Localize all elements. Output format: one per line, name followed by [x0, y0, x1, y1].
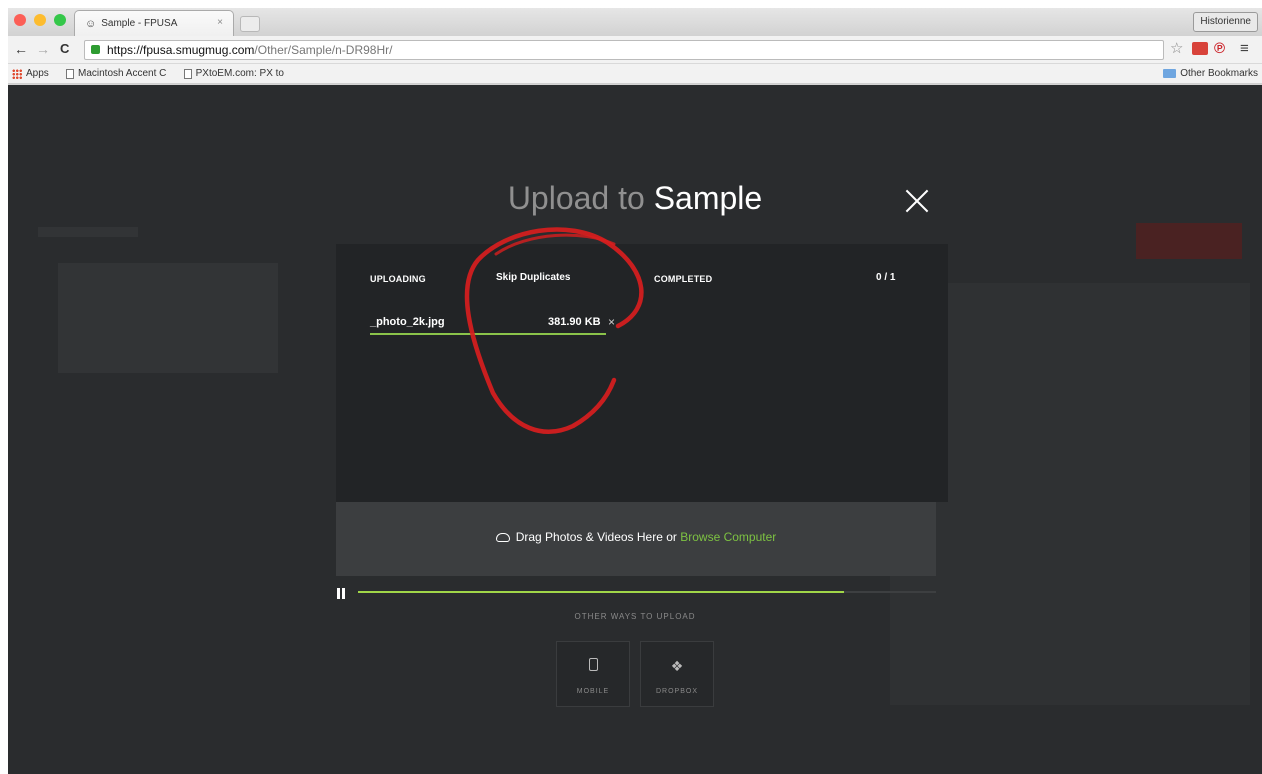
bookmark-label: Apps	[26, 68, 49, 79]
url-path: /Other/Sample/n-DR98Hr/	[254, 43, 393, 57]
profile-button[interactable]: Historienne	[1193, 12, 1258, 32]
file-progress-fill	[370, 333, 606, 335]
way-label: MOBILE	[576, 688, 610, 695]
address-bar[interactable]: https://fpusa.smugmug.com/Other/Sample/n…	[84, 40, 1164, 60]
completed-label: COMPLETED	[654, 274, 713, 284]
browser-window: ☺ Sample - FPUSA × Historienne ← → C htt…	[8, 8, 1262, 774]
upload-panel: UPLOADING Skip Duplicates COMPLETED 0 / …	[336, 244, 948, 502]
browser-tab[interactable]: ☺ Sample - FPUSA ×	[74, 10, 234, 36]
page-icon	[184, 68, 192, 79]
dropbox-icon: ❖	[670, 658, 684, 674]
bookmark-star-icon[interactable]: ☆	[1170, 41, 1183, 57]
tab-close-button[interactable]: ×	[217, 17, 223, 28]
forward-button[interactable]: →	[36, 41, 50, 57]
bookmark-pxtoem[interactable]: PXtoEM.com: PX to	[184, 68, 284, 79]
background-thumbnails	[58, 263, 278, 373]
page-icon	[66, 68, 74, 79]
other-bookmarks[interactable]: Other Bookmarks	[1163, 68, 1258, 79]
file-size: 381.90 KB	[548, 316, 601, 328]
tab-title: Sample - FPUSA	[101, 18, 178, 29]
bookmark-label: PXtoEM.com: PX to	[195, 68, 284, 79]
title-prefix: Upload to	[507, 180, 654, 216]
extension-icon[interactable]	[1192, 42, 1208, 55]
pinterest-icon[interactable]: ℗	[1214, 41, 1225, 57]
other-bookmarks-label: Other Bookmarks	[1180, 68, 1258, 79]
completed-count: 0 / 1	[876, 272, 896, 283]
smugmug-favicon-icon: ☺	[85, 17, 97, 30]
tab-strip: ☺ Sample - FPUSA × Historienne	[8, 8, 1262, 36]
apps-grid-icon	[12, 68, 22, 79]
skip-duplicates-button[interactable]: Skip Duplicates	[496, 272, 570, 283]
file-progress-bar	[370, 333, 606, 335]
bookmark-label: Macintosh Accent C	[78, 68, 167, 79]
remove-file-icon[interactable]: ×	[608, 315, 615, 329]
file-name: _photo_2k.jpg	[370, 316, 445, 328]
browser-toolbar: ← → C https://fpusa.smugmug.com/Other/Sa…	[8, 36, 1262, 64]
bookmark-macintosh-accent[interactable]: Macintosh Accent C	[66, 68, 176, 79]
zoom-window-button[interactable]	[54, 14, 66, 26]
browse-computer-link[interactable]: Browse Computer	[680, 530, 776, 544]
minimize-window-button[interactable]	[34, 14, 46, 26]
pause-icon[interactable]	[336, 588, 348, 600]
back-button[interactable]: ←	[14, 41, 28, 57]
bookmark-apps[interactable]: Apps	[12, 68, 49, 79]
close-window-button[interactable]	[14, 14, 26, 26]
modal-title: Upload to Sample	[8, 180, 1262, 217]
background-button	[1136, 223, 1242, 259]
overall-progress-fill	[358, 591, 844, 593]
url-host: https://fpusa.smugmug.com	[107, 43, 255, 57]
background-heading	[38, 227, 138, 237]
way-label: DROPBOX	[655, 688, 698, 695]
bookmarks-bar: Apps Macintosh Accent C PXtoEM.com: PX t…	[8, 64, 1262, 84]
cloud-upload-icon	[495, 533, 510, 542]
drop-text: Drag Photos & Videos Here or	[515, 530, 681, 544]
folder-icon	[1163, 69, 1177, 78]
drop-zone[interactable]: Drag Photos & Videos Here or Browse Comp…	[336, 502, 936, 576]
upload-mobile-button[interactable]: MOBILE	[556, 641, 630, 707]
overall-progress-bar	[358, 591, 936, 593]
gallery-name: Sample	[653, 180, 763, 216]
menu-icon[interactable]: ≡	[1240, 41, 1249, 57]
drop-instructions: Drag Photos & Videos Here or Browse Comp…	[336, 530, 936, 544]
reload-button[interactable]: C	[60, 41, 69, 57]
window-controls	[14, 14, 66, 26]
new-tab-button[interactable]	[240, 16, 260, 32]
uploading-label: UPLOADING	[370, 274, 426, 284]
mobile-icon	[588, 658, 598, 671]
upload-file-row: _photo_2k.jpg 381.90 KB ×	[370, 315, 620, 338]
other-ways-label: OTHER WAYS TO UPLOAD	[574, 612, 696, 621]
lock-icon	[91, 45, 100, 54]
close-icon[interactable]	[904, 188, 930, 214]
upload-dropbox-button[interactable]: ❖ DROPBOX	[640, 641, 714, 707]
